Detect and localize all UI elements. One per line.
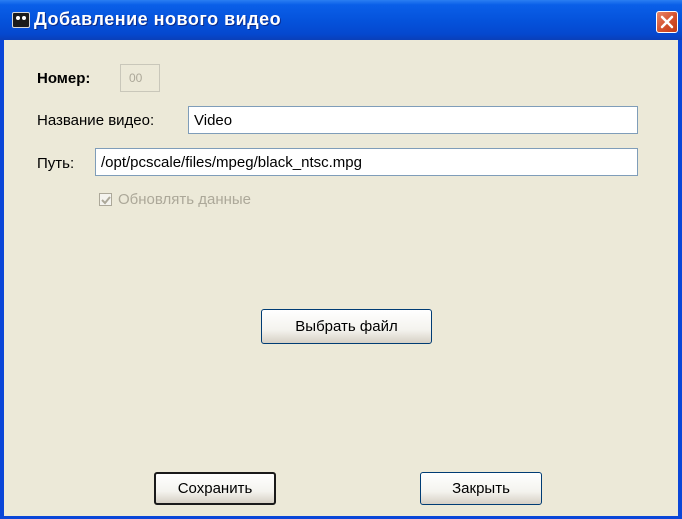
close-button[interactable]: Закрыть — [420, 472, 542, 505]
close-x-icon — [660, 15, 674, 29]
save-button[interactable]: Сохранить — [154, 472, 276, 505]
close-window-button[interactable] — [656, 11, 678, 33]
choose-file-button[interactable]: Выбрать файл — [261, 309, 432, 344]
video-name-label: Название видео: — [37, 112, 155, 129]
video-name-input[interactable]: Video — [188, 106, 638, 134]
update-data-label: Обновлять данные — [118, 191, 252, 208]
title-bar[interactable]: Добавление нового видео — [0, 0, 682, 40]
checkmark-icon — [101, 196, 111, 205]
number-label: Номер: — [37, 70, 91, 87]
dialog-window: Добавление нового видео Номер: 00 Назван… — [0, 0, 682, 519]
app-icon — [12, 12, 30, 28]
window-title: Добавление нового видео — [34, 9, 282, 29]
number-field: 00 — [120, 64, 160, 92]
update-data-checkbox[interactable] — [99, 193, 112, 206]
path-input[interactable]: /opt/pcscale/files/mpeg/black_ntsc.mpg — [95, 148, 638, 176]
path-label: Путь: — [37, 155, 75, 172]
